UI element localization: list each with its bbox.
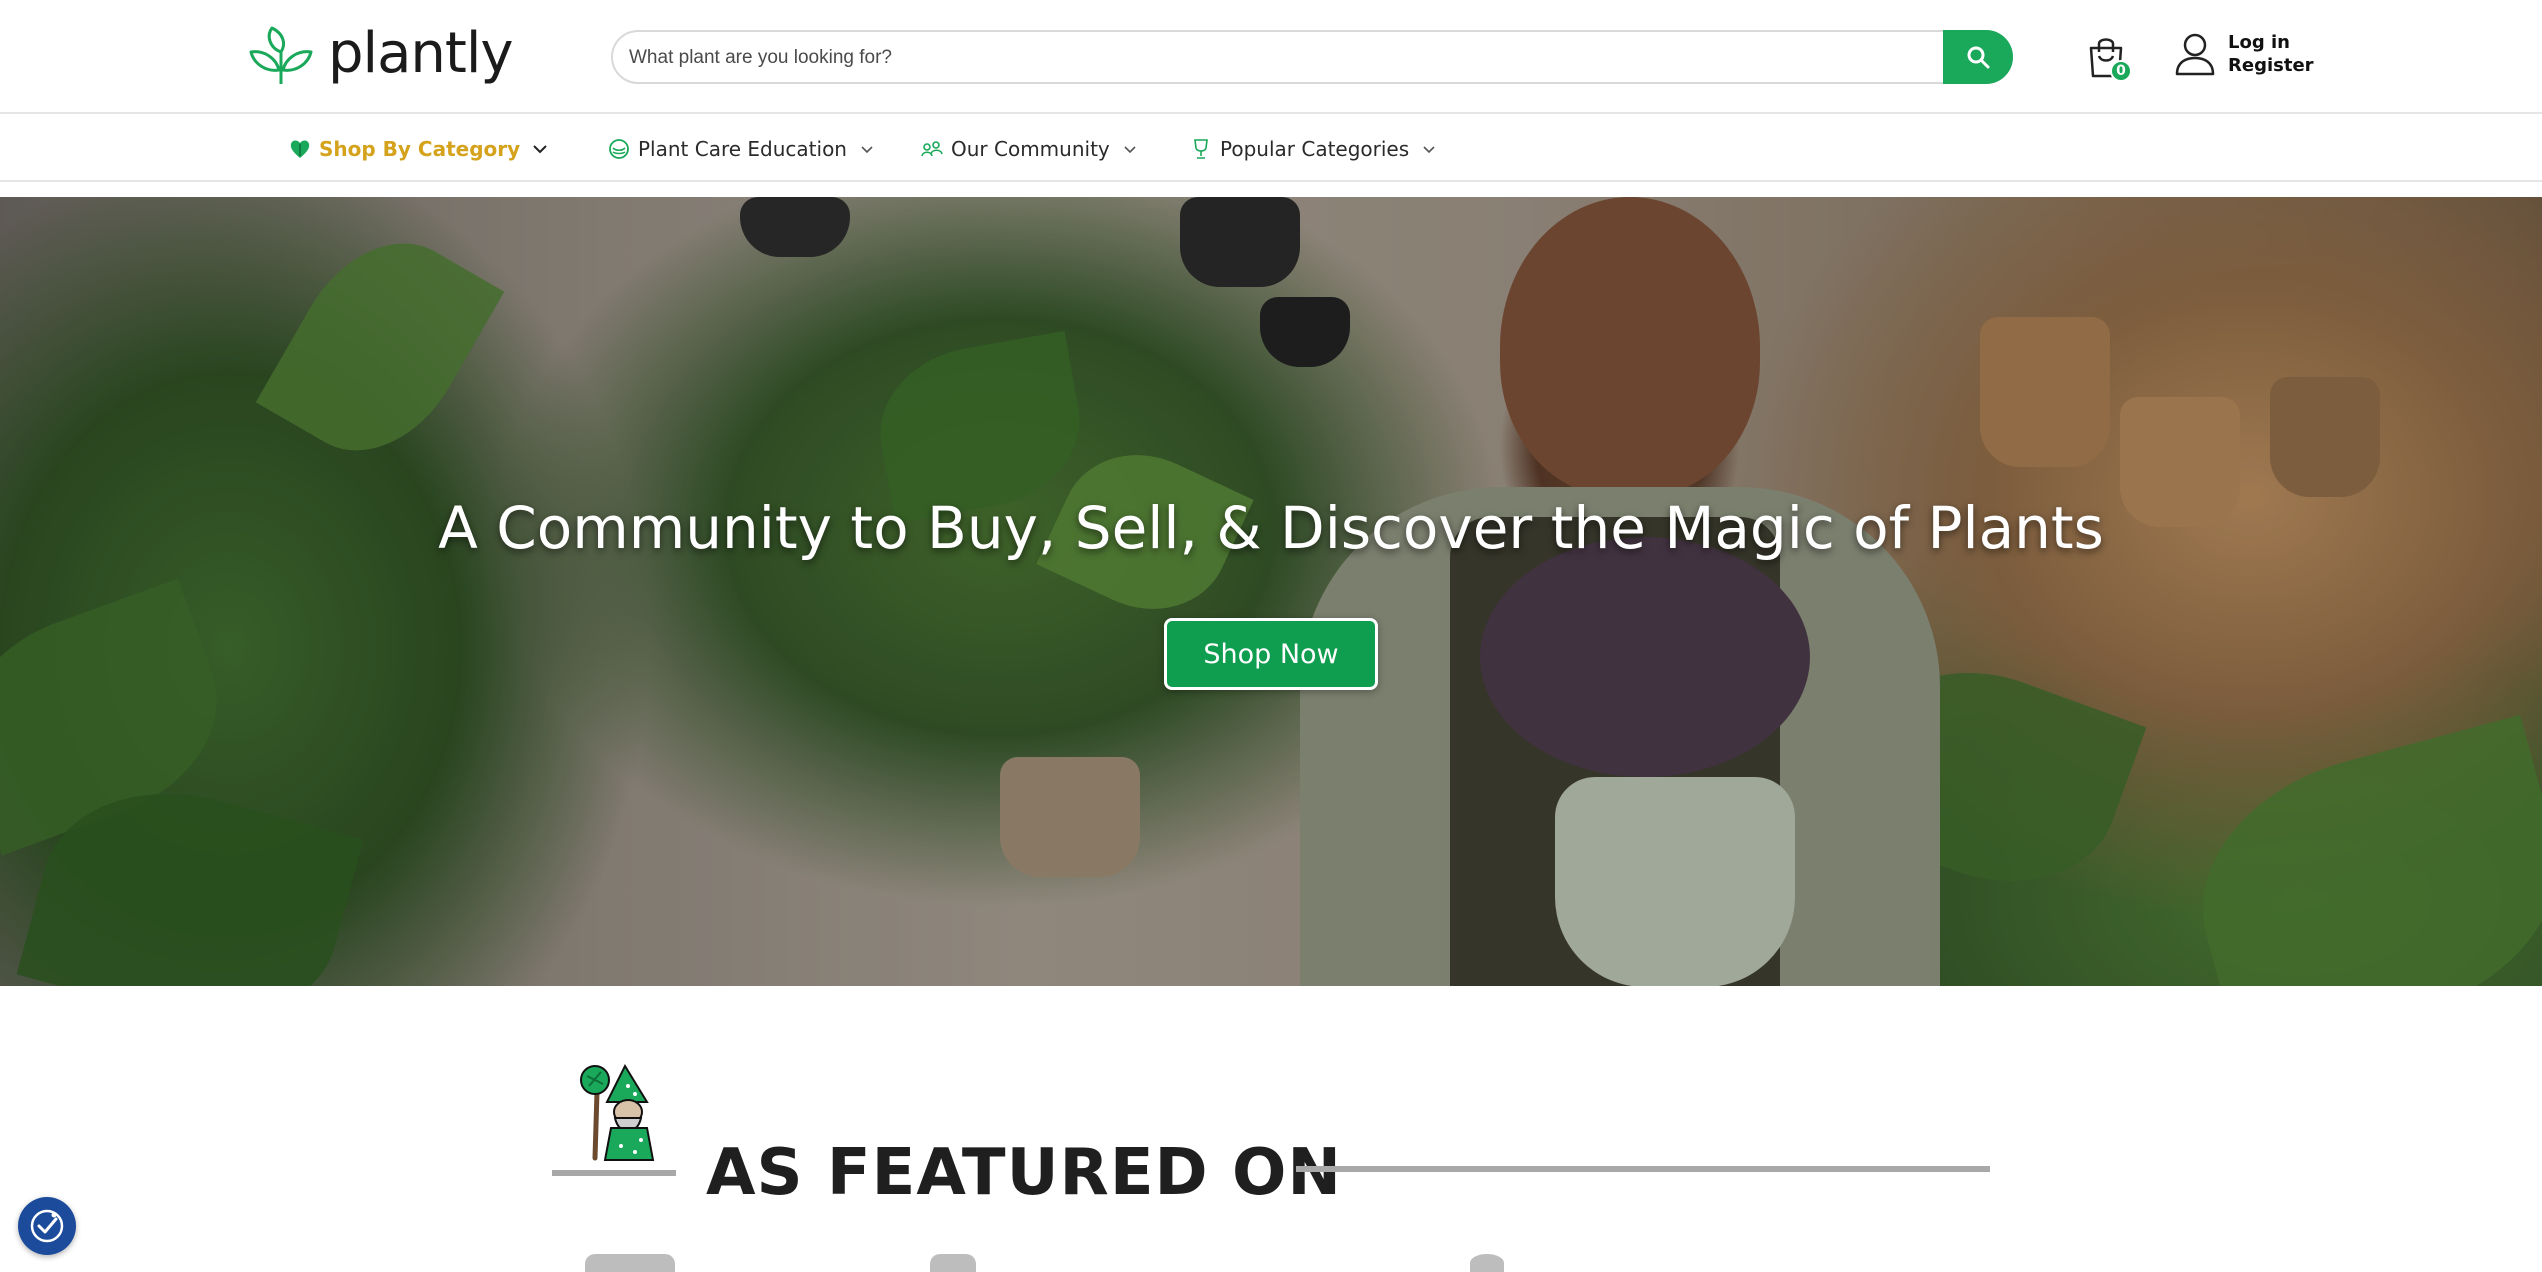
account-menu: Log in Register <box>2174 32 2314 76</box>
hero-overlay <box>0 197 2542 986</box>
chevron-down-icon <box>1421 141 1437 157</box>
press-logo-partial <box>1470 1254 1504 1272</box>
nav-label: Popular Categories <box>1220 137 1410 161</box>
hero-title: A Community to Buy, Sell, & Discover the… <box>438 494 2104 562</box>
nav-popular-categories[interactable]: Popular Categories <box>1190 134 1437 164</box>
cart-button[interactable]: 0 <box>2086 34 2134 84</box>
divider-left <box>552 1170 676 1176</box>
nav-label: Shop By Category <box>319 137 521 161</box>
nav-shop-by-category[interactable]: Shop By Category <box>289 134 548 164</box>
chevron-down-icon <box>532 141 548 157</box>
community-icon <box>921 138 943 160</box>
chevron-down-icon <box>859 141 875 157</box>
heart-leaf-icon <box>289 138 311 160</box>
user-icon <box>2175 33 2215 76</box>
accessibility-button[interactable] <box>18 1197 76 1255</box>
divider-right <box>1296 1166 1990 1172</box>
search-input[interactable] <box>629 42 1929 74</box>
chevron-down-icon <box>1122 141 1138 157</box>
login-link[interactable]: Log in <box>2228 32 2314 53</box>
nav-our-community[interactable]: Our Community <box>921 134 1138 164</box>
plantly-logo[interactable]: plantly <box>248 21 514 88</box>
plant-sprout-icon <box>249 26 313 84</box>
search-button[interactable] <box>1943 30 2013 84</box>
trophy-icon <box>1190 138 1212 160</box>
plant-wizard-mascot-icon <box>580 1063 655 1161</box>
globe-leaf-icon <box>608 138 630 160</box>
search-icon <box>1967 46 1990 69</box>
logo-wordmark: plantly <box>328 21 514 86</box>
nav-plant-care-education[interactable]: Plant Care Education <box>608 134 875 164</box>
accessibility-icon <box>30 1209 64 1243</box>
main-nav: Shop By Category Plant Care Education Ou… <box>0 114 2542 182</box>
featured-section: AS FEATURED ON <box>0 986 2542 1272</box>
press-logo-partial <box>585 1254 675 1272</box>
site-header: plantly 0 Log in Register <box>0 0 2542 114</box>
nav-label: Plant Care Education <box>638 137 847 161</box>
register-link[interactable]: Register <box>2228 55 2314 76</box>
hero-banner: A Community to Buy, Sell, & Discover the… <box>0 197 2542 986</box>
cart-count-badge: 0 <box>2110 60 2132 82</box>
search-bar <box>611 30 2013 84</box>
shop-now-button[interactable]: Shop Now <box>1164 618 1378 690</box>
featured-title: AS FEATURED ON <box>706 1136 1342 1210</box>
nav-label: Our Community <box>951 137 1110 161</box>
press-logo-partial <box>930 1254 976 1272</box>
